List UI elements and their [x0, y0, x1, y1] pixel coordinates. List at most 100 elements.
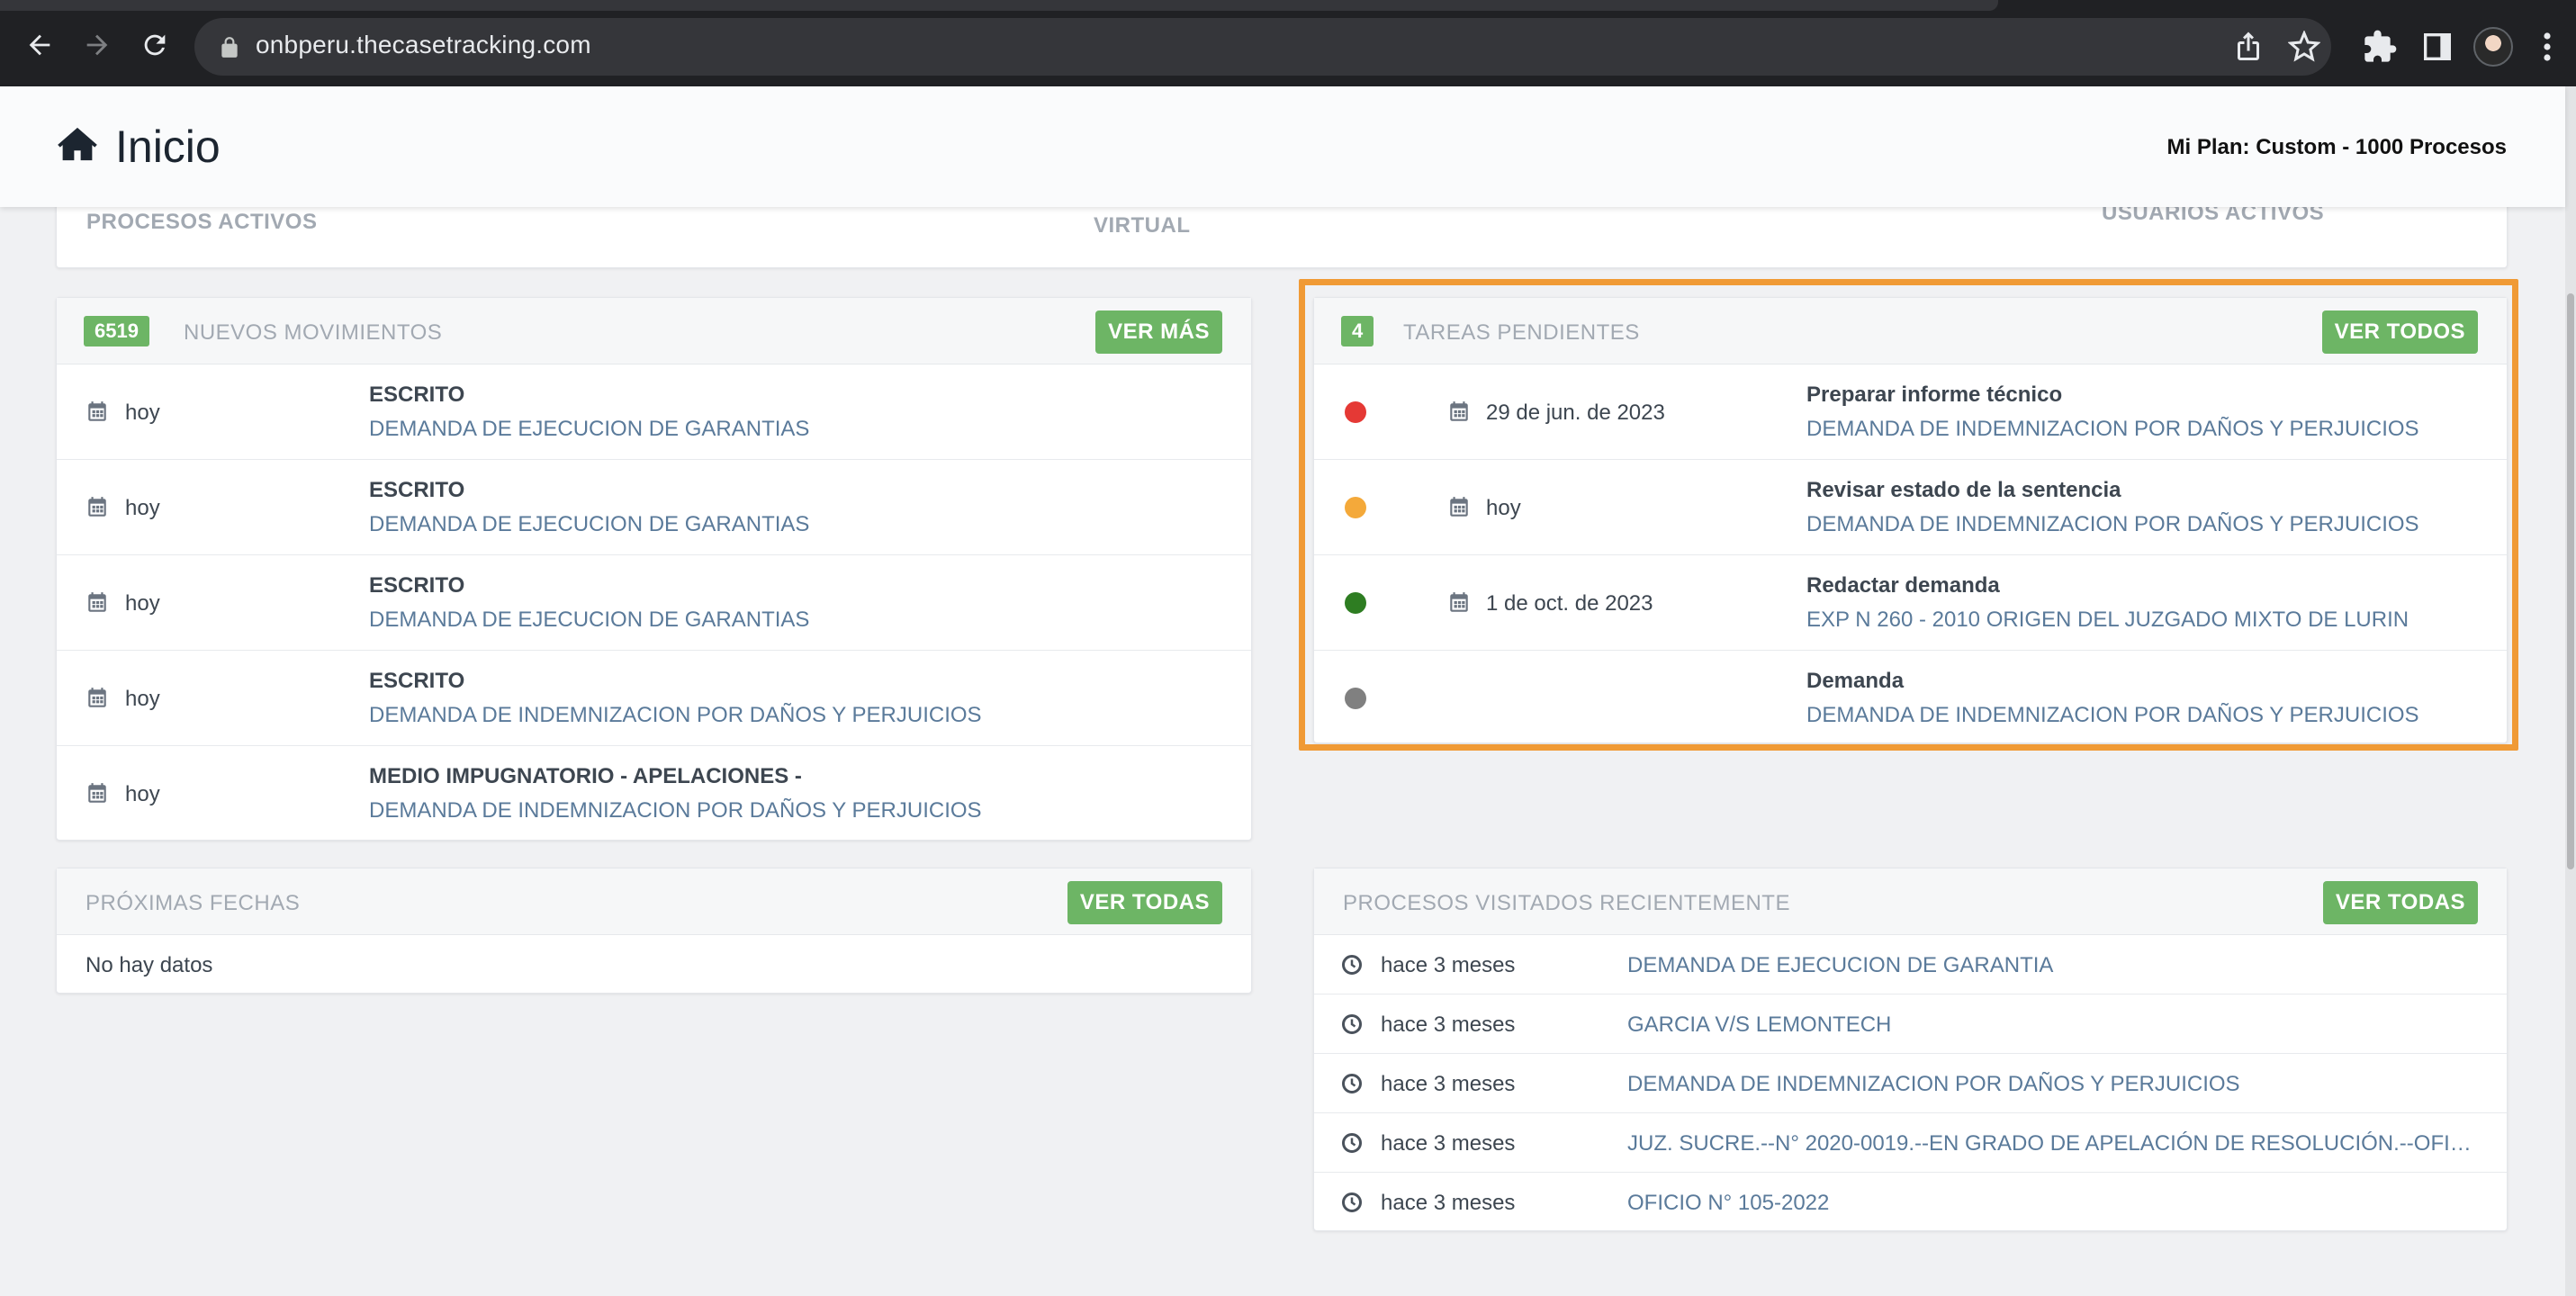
- plan-label: Mi Plan: Custom - 1000 Procesos: [2166, 135, 2507, 159]
- task-case-link[interactable]: EXP N 260 - 2010 ORIGEN DEL JUZGADO MIXT…: [1806, 608, 2409, 633]
- scrollbar-thumb[interactable]: [2567, 293, 2574, 869]
- clock-icon: [1342, 955, 1362, 975]
- ver-mas-button[interactable]: VER MÁS: [1095, 310, 1222, 354]
- forward-icon[interactable]: [77, 25, 117, 65]
- movimiento-date: hoy: [125, 687, 160, 711]
- task-row[interactable]: 1 de oct. de 2023 Redactar demanda EXP N…: [1314, 555, 2507, 651]
- lock-icon[interactable]: [218, 36, 241, 59]
- movimiento-case-link[interactable]: DEMANDA DE INDEMNIZACION POR DAÑOS Y PER…: [369, 703, 982, 728]
- movimientos-card: 6519 NUEVOS MOVIMIENTOS VER MÁS hoy ESCR…: [56, 297, 1252, 841]
- calendar-icon: [1450, 401, 1468, 421]
- reload-icon[interactable]: [135, 25, 175, 65]
- page-scrollbar[interactable]: [2565, 86, 2576, 1296]
- calendar-icon: [88, 592, 106, 612]
- list-item[interactable]: hace 3 meses JUZ. SUCRE.--N° 2020-0019.-…: [1314, 1113, 2507, 1173]
- task-row[interactable]: Demanda DEMANDA DE INDEMNIZACION POR DAÑ…: [1314, 651, 2507, 746]
- tab-strip: [0, 0, 1998, 11]
- ver-todos-button[interactable]: VER TODOS: [2321, 310, 2478, 354]
- visit-case-link[interactable]: OFICIO N° 105-2022: [1627, 1191, 2473, 1216]
- tareas-list: 29 de jun. de 2023 Preparar informe técn…: [1314, 364, 2507, 742]
- visit-time: hace 3 meses: [1381, 1131, 1516, 1156]
- list-item[interactable]: hoy MEDIO IMPUGNATORIO - APELACIONES - D…: [57, 746, 1251, 842]
- recientes-header: PROCESOS VISITADOS RECIENTEMENTE VER TOD…: [1314, 868, 2507, 935]
- page-title: Inicio: [115, 122, 221, 172]
- movimiento-date: hoy: [125, 496, 160, 520]
- movimiento-case-link[interactable]: DEMANDA DE INDEMNIZACION POR DAÑOS Y PER…: [369, 798, 982, 824]
- movimiento-case-link[interactable]: DEMANDA DE EJECUCION DE GARANTIAS: [369, 512, 809, 537]
- task-title[interactable]: Revisar estado de la sentencia: [1806, 478, 2121, 503]
- empty-state-text: No hay datos: [86, 953, 213, 977]
- tareas-header: 4 TAREAS PENDIENTES VER TODOS: [1314, 298, 2507, 364]
- task-title[interactable]: Preparar informe técnico: [1806, 382, 2062, 408]
- proximas-header: PRÓXIMAS FECHAS VER TODAS: [57, 868, 1251, 935]
- list-item[interactable]: hoy ESCRITO DEMANDA DE INDEMNIZACION POR…: [57, 651, 1251, 746]
- visit-case-link[interactable]: DEMANDA DE EJECUCION DE GARANTIA: [1627, 953, 2473, 978]
- movimiento-type: ESCRITO: [369, 382, 465, 407]
- task-case-link[interactable]: DEMANDA DE INDEMNIZACION POR DAÑOS Y PER…: [1806, 512, 2419, 537]
- task-case-link[interactable]: DEMANDA DE INDEMNIZACION POR DAÑOS Y PER…: [1806, 703, 2419, 728]
- task-row[interactable]: 29 de jun. de 2023 Preparar informe técn…: [1314, 364, 2507, 460]
- list-item[interactable]: hace 3 meses OFICIO N° 105-2022: [1314, 1173, 2507, 1232]
- movimientos-header: 6519 NUEVOS MOVIMIENTOS VER MÁS: [57, 298, 1251, 364]
- browser-menu-icon[interactable]: [2540, 31, 2554, 63]
- movimiento-date: hoy: [125, 591, 160, 616]
- home-icon: [58, 127, 97, 161]
- calendar-icon: [88, 497, 106, 517]
- task-row[interactable]: hoy Revisar estado de la sentencia DEMAN…: [1314, 460, 2507, 555]
- task-date: hoy: [1486, 496, 1521, 520]
- status-dot-orange: [1345, 497, 1366, 518]
- list-item[interactable]: hoy ESCRITO DEMANDA DE EJECUCION DE GARA…: [57, 460, 1251, 555]
- task-title[interactable]: Redactar demanda: [1806, 573, 2000, 598]
- address-bar[interactable]: onbperu.thecasetracking.com: [194, 18, 2331, 76]
- browser-toolbar: onbperu.thecasetracking.com: [0, 0, 2576, 86]
- tareas-title: TAREAS PENDIENTES: [1403, 320, 1640, 345]
- stat-procesos-activos: PROCESOS ACTIVOS: [86, 210, 318, 234]
- movimiento-case-link[interactable]: DEMANDA DE EJECUCION DE GARANTIAS: [369, 608, 809, 633]
- ver-todas-procesos-button[interactable]: VER TODAS: [2322, 881, 2478, 924]
- calendar-icon: [1450, 592, 1468, 612]
- visit-case-link[interactable]: JUZ. SUCRE.--N° 2020-0019.--EN GRADO DE …: [1627, 1131, 2473, 1156]
- movimiento-date: hoy: [125, 400, 160, 425]
- stat-procesos-virtual-line2: VIRTUAL: [1094, 213, 1191, 238]
- task-title[interactable]: Demanda: [1806, 669, 1904, 694]
- visit-time: hace 3 meses: [1381, 1012, 1516, 1037]
- calendar-icon: [88, 688, 106, 707]
- list-item[interactable]: hace 3 meses DEMANDA DE INDEMNIZACION PO…: [1314, 1054, 2507, 1113]
- task-case-link[interactable]: DEMANDA DE INDEMNIZACION POR DAÑOS Y PER…: [1806, 417, 2419, 442]
- recientes-list: hace 3 meses DEMANDA DE EJECUCION DE GAR…: [1314, 935, 2507, 1230]
- movimiento-case-link[interactable]: DEMANDA DE EJECUCION DE GARANTIAS: [369, 417, 809, 442]
- calendar-icon: [88, 401, 106, 421]
- movimiento-type: MEDIO IMPUGNATORIO - APELACIONES -: [369, 764, 802, 788]
- visit-case-link[interactable]: DEMANDA DE INDEMNIZACION POR DAÑOS Y PER…: [1627, 1072, 2473, 1097]
- back-icon[interactable]: [20, 25, 59, 65]
- side-panel-icon[interactable]: [2419, 29, 2455, 65]
- url-text[interactable]: onbperu.thecasetracking.com: [256, 31, 591, 59]
- extensions-icon[interactable]: [2362, 29, 2398, 65]
- bookmark-star-icon[interactable]: [2288, 31, 2320, 63]
- visit-time: hace 3 meses: [1381, 953, 1516, 977]
- visit-time: hace 3 meses: [1381, 1191, 1516, 1215]
- proximas-card: PRÓXIMAS FECHAS VER TODAS No hay datos: [56, 868, 1252, 994]
- movimiento-type: ESCRITO: [369, 478, 465, 502]
- task-date: 1 de oct. de 2023: [1486, 591, 1653, 616]
- share-icon[interactable]: [2232, 31, 2265, 63]
- status-dot-red: [1345, 401, 1366, 423]
- profile-avatar[interactable]: [2473, 27, 2513, 67]
- ver-todas-fechas-button[interactable]: VER TODAS: [1067, 881, 1222, 924]
- status-dot-green: [1345, 592, 1366, 614]
- movimiento-type: ESCRITO: [369, 669, 465, 693]
- list-item[interactable]: hoy ESCRITO DEMANDA DE EJECUCION DE GARA…: [57, 364, 1251, 460]
- movimiento-type: ESCRITO: [369, 573, 465, 598]
- clock-icon: [1342, 1133, 1362, 1153]
- list-item[interactable]: hoy ESCRITO DEMANDA DE EJECUCION DE GARA…: [57, 555, 1251, 651]
- list-item[interactable]: hace 3 meses GARCIA V/S LEMONTECH: [1314, 994, 2507, 1054]
- movimientos-count-badge: 6519: [84, 316, 149, 346]
- task-date: 29 de jun. de 2023: [1486, 400, 1665, 425]
- visit-case-link[interactable]: GARCIA V/S LEMONTECH: [1627, 1012, 2473, 1038]
- clock-icon: [1342, 1192, 1362, 1212]
- movimientos-list: hoy ESCRITO DEMANDA DE EJECUCION DE GARA…: [57, 364, 1251, 840]
- clock-icon: [1342, 1074, 1362, 1094]
- list-item[interactable]: hace 3 meses DEMANDA DE EJECUCION DE GAR…: [1314, 935, 2507, 994]
- tareas-card: 4 TAREAS PENDIENTES VER TODOS 29 de jun.…: [1313, 297, 2508, 743]
- recientes-card: PROCESOS VISITADOS RECIENTEMENTE VER TOD…: [1313, 868, 2508, 1231]
